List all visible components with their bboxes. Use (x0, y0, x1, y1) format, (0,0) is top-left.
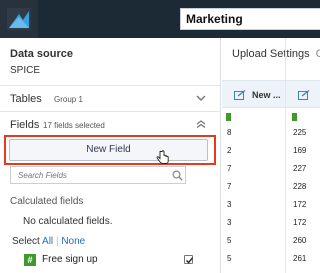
data-source-value: SPICE (10, 65, 41, 76)
search-icon (172, 170, 183, 181)
table-row: 5 261 (222, 250, 320, 268)
chevron-down-icon[interactable] (196, 95, 206, 103)
cell: 172 (293, 218, 307, 227)
quicksight-logo-icon[interactable] (0, 0, 38, 38)
table-row: 7 227 (222, 160, 320, 178)
upload-settings-panel: Upload Settings C New ... 8 225 2 169 7 227 … (222, 38, 320, 273)
select-row: Select All | None (12, 236, 85, 247)
calculated-fields-empty-text: No calculated fields. (23, 216, 113, 227)
cell: 260 (293, 236, 307, 245)
table-row: 2 169 (222, 142, 320, 160)
data-source-label: Data source (10, 48, 73, 60)
cell: 227 (293, 164, 307, 173)
calculated-fields-heading: Calculated fields (10, 196, 84, 207)
fields-label: Fields (10, 119, 40, 131)
fields-panel: Data source SPICE Tables Group 1 Fields … (0, 38, 221, 273)
column-header-title[interactable]: New ... (252, 90, 281, 100)
upload-settings-title-tail: C (315, 48, 320, 60)
edit-icon[interactable] (298, 90, 310, 100)
cell: 228 (293, 182, 307, 191)
tables-sub: Group 1 (54, 95, 83, 104)
search-fields-input[interactable] (11, 167, 161, 183)
checkmark-icon (186, 257, 194, 264)
table-row: 3 172 (222, 196, 320, 214)
dataset-name-input[interactable]: Marketing (180, 8, 320, 30)
upload-settings-title: Upload Settings C (232, 48, 320, 60)
table-row: 5 260 (222, 232, 320, 250)
field-checkbox[interactable] (184, 255, 194, 264)
cell: 5 (227, 236, 232, 245)
cell: 172 (293, 200, 307, 209)
tables-label: Tables (10, 93, 42, 105)
cell: 7 (227, 164, 232, 173)
select-label: Select (12, 236, 40, 247)
cell: 8 (227, 128, 232, 137)
cell: 3 (227, 218, 232, 227)
table-row: 7 228 (222, 178, 320, 196)
cell: 7 (227, 182, 232, 191)
number-type-icon (292, 113, 297, 121)
search-fields-box[interactable] (10, 166, 186, 184)
cell: 2 (227, 146, 232, 155)
divider (0, 111, 220, 112)
table-row: 3 172 (222, 214, 320, 232)
new-field-button[interactable]: New Field (9, 139, 208, 161)
column-types-row (222, 109, 320, 125)
number-type-icon: # (24, 254, 36, 266)
field-name: Free sign up (42, 254, 98, 265)
cell: 225 (293, 128, 307, 137)
divider (0, 85, 220, 86)
number-type-icon (226, 113, 231, 121)
table-row: 8 225 (222, 124, 320, 142)
hand-cursor-icon (156, 150, 169, 164)
cell: 261 (293, 254, 307, 263)
select-all-link[interactable]: All (42, 236, 53, 247)
edit-icon[interactable] (234, 90, 246, 100)
cell: 3 (227, 200, 232, 209)
fields-selected-count: 17 fields selected (43, 121, 105, 130)
grid-header: New ... (222, 80, 320, 108)
select-none-link[interactable]: None (61, 236, 85, 247)
field-item[interactable]: # Free sign up (0, 250, 220, 273)
chevron-up-icon[interactable] (196, 120, 206, 128)
upload-settings-label[interactable]: Upload Settings (232, 48, 310, 60)
cell: 169 (293, 146, 307, 155)
select-separator: | (55, 236, 59, 247)
top-bar: Marketing (0, 0, 320, 38)
cell: 5 (227, 254, 232, 263)
